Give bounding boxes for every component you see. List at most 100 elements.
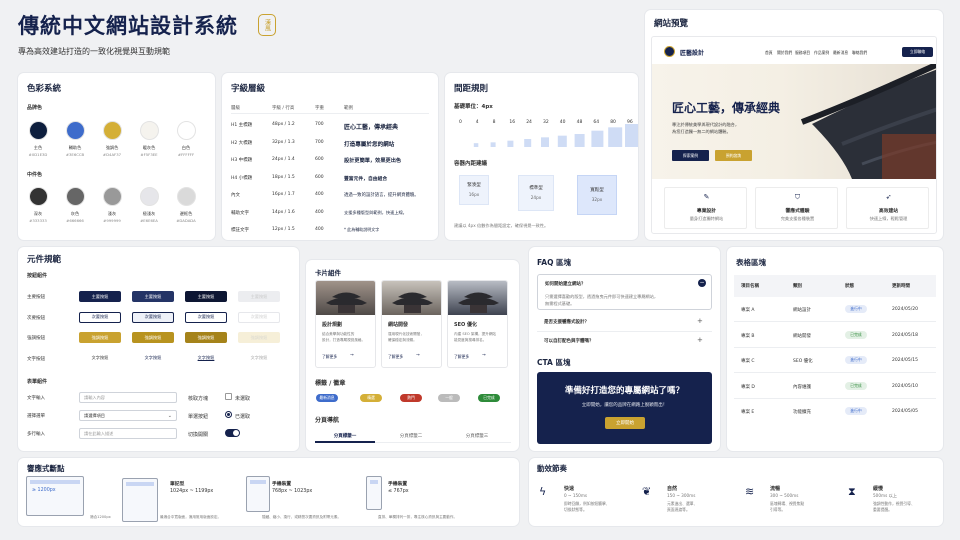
components-card: 元件規範 按鈕組件 主要按鈕 主要按鈕 主要按鈕 主要按鈕 主要按鈕 次要按鈕 次要按鈕 次要… — [18, 247, 299, 451]
tag-badge: 一般 — [438, 394, 460, 402]
start-button[interactable]: 立即開始 — [605, 417, 645, 429]
faq-item-open[interactable]: 如何開始建立網站？ − 只需選擇喜歡的版型，透過拖曳元件即可快速建立專屬網站， … — [537, 274, 712, 310]
type-cell: 18px / 1.5 — [272, 174, 295, 180]
plus-icon[interactable]: + — [697, 317, 703, 325]
minus-icon[interactable]: − — [698, 279, 706, 287]
tag-badge: 精選 — [360, 394, 382, 402]
color-swatch — [103, 187, 122, 206]
section-title: 色彩系統 — [27, 84, 62, 94]
website-preview-card: 網站預覽 匠藝設計 首頁 關於我們 服務項目 作品案例 最新消息 聯絡我們 立即聯絡 匠心… — [645, 10, 943, 240]
color-hex: #3E6CCB — [65, 152, 85, 157]
card-link[interactable]: 了解更多 — [388, 354, 403, 360]
input-text: 請輸入內容 — [84, 394, 105, 400]
spacing-value: 80 — [610, 119, 616, 125]
spacing-bar — [541, 137, 549, 147]
type-sample: 匠心工藝，傳承經典 — [344, 124, 399, 131]
color-name: 白色 — [181, 145, 191, 150]
color-swatch — [140, 121, 159, 140]
column-header: 字級 / 行高 — [272, 106, 295, 111]
consult-button[interactable]: 預約諮詢 — [715, 150, 752, 161]
nav-item-0[interactable]: 首頁 — [765, 50, 773, 56]
leaf-icon: ❦ — [642, 485, 652, 498]
button-state-2[interactable]: 次要按鈕 — [185, 311, 227, 323]
table-cell: 2024/05/18 — [892, 332, 918, 338]
nav-item-1[interactable]: 關於我們 — [777, 50, 792, 56]
brand-logo-icon — [664, 46, 675, 57]
button-state-1[interactable]: 強調按鈕 — [132, 332, 174, 343]
checkbox[interactable] — [225, 393, 232, 400]
radio-option: 已選取 — [235, 414, 251, 420]
button-state-0[interactable]: 主要按鈕 — [79, 291, 121, 302]
type-sample: * 此為輔助說明文字 — [344, 227, 380, 232]
select-dropdown[interactable]: 請選擇項目 ⌄ — [79, 410, 177, 421]
arrow-right-icon: → — [350, 353, 354, 358]
color-hex: #F5F3EE — [140, 152, 158, 157]
content-card[interactable]: SEO 優化 內建 SEO 架構，提升網站 能見度與搜尋排名。 了解更多 → — [447, 280, 508, 368]
tab-0[interactable]: 分頁標籤一 — [315, 433, 375, 439]
device-screen — [30, 480, 80, 484]
breakpoint-name: 手機裝置 — [388, 482, 408, 487]
nav-item-4[interactable]: 最新消息 — [833, 50, 848, 56]
breakpoint-note: 直排、單欄排列一排，專注核心資訊與主要動作。 — [378, 515, 458, 519]
type-cell: 700 — [315, 122, 324, 127]
motion-desc: 頁面過渡等。 — [667, 507, 690, 512]
content-card[interactable]: 網站開發 運用現代化技術開發， 確保穩定與流暢。 了解更多 → — [381, 280, 442, 368]
button-state-2[interactable]: 主要按鈕 — [185, 291, 227, 302]
explore-button[interactable]: 探索案例 — [672, 150, 709, 161]
button-state-0[interactable]: 次要按鈕 — [79, 311, 121, 323]
button-state-0[interactable]: 強調按鈕 — [79, 332, 121, 343]
feature-desc: 量身打造獨特網站 — [689, 216, 724, 221]
input-text: 請在此輸入描述 — [84, 430, 114, 436]
button-state-3[interactable]: 主要按鈕 — [238, 291, 280, 302]
toggle-switch[interactable] — [225, 429, 240, 437]
text-input[interactable]: 請輸入內容 — [79, 392, 177, 403]
text-input[interactable]: 請在此輸入描述 — [79, 428, 177, 439]
card-link[interactable]: 了解更多 — [322, 354, 337, 360]
faq-question[interactable]: 是否支援響應式設計？ — [544, 319, 589, 325]
card-link[interactable]: 了解更多 — [454, 354, 469, 360]
spacing-value: 0 — [459, 119, 462, 125]
device-screen — [370, 480, 378, 484]
feature-card: ⛉ 響應式體驗 完美支援各種裝置 — [755, 187, 838, 229]
spacing-bar — [625, 124, 638, 147]
type-cell: 16px / 1.7 — [272, 192, 295, 197]
container-sample — [459, 175, 489, 205]
device-icon — [366, 476, 382, 510]
checkbox-label: 核取方塊 — [188, 396, 209, 402]
color-swatch — [29, 187, 48, 206]
hero-section: 匠心工藝，傳承經典 專注於傳統美學與現代設計的融合， 為您打造獨一無二的網站體驗… — [652, 64, 936, 179]
nav-item-3[interactable]: 作品案例 — [814, 50, 829, 56]
plus-icon[interactable]: + — [697, 336, 703, 344]
spacing-bar — [524, 139, 532, 147]
button-state-3[interactable]: 次要按鈕 — [238, 311, 280, 323]
nav-item-2[interactable]: 服務項目 — [795, 50, 810, 56]
button-state-3[interactable]: 強調按鈕 — [238, 332, 280, 343]
button-state-2[interactable]: 文字按鈕 — [185, 353, 227, 364]
table-cell: 2024/05/20 — [892, 307, 918, 312]
type-cell: 400 — [315, 209, 324, 215]
spacing-bar — [574, 134, 585, 147]
contact-button[interactable]: 立即聯絡 — [902, 47, 933, 57]
feature-desc: 快速上線，輕鬆管理 — [869, 216, 908, 221]
nav-item-5[interactable]: 聯絡我們 — [852, 50, 867, 56]
button-state-2[interactable]: 強調按鈕 — [185, 332, 227, 343]
card-title: 設計規劃 — [322, 322, 343, 328]
button-state-1[interactable]: 文字按鈕 — [132, 353, 174, 364]
button-state-0[interactable]: 文字按鈕 — [79, 353, 121, 364]
container-sample — [518, 175, 554, 211]
table-card: 表格區塊 項目名稱 類別 狀態 更新時間 專案 A 網站設計 進行中 2024/05/20 專案… — [727, 247, 943, 451]
container-value: 16px — [468, 192, 480, 197]
faq-question[interactable]: 可以自訂配色與字體嗎？ — [544, 338, 594, 344]
column-header: 更新時間 — [892, 284, 910, 289]
radio-button[interactable] — [225, 411, 232, 418]
button-state-1[interactable]: 主要按鈕 — [132, 291, 174, 302]
feature-desc: 完美支援各種裝置 — [780, 216, 815, 221]
device-screen — [250, 480, 266, 484]
tab-1[interactable]: 分頁標籤二 — [381, 433, 441, 439]
button-state-1[interactable]: 次要按鈕 — [132, 311, 174, 323]
content-card[interactable]: 設計規劃 結合美學與功能性的 設計，打造專屬視覺風格。 了解更多 → — [315, 280, 376, 368]
tab-2[interactable]: 分頁標籤三 — [447, 433, 507, 439]
breakpoint-note: 隱藏、縮小、換行、或精簡次要資訊及附帶元素。 — [262, 515, 342, 519]
button-state-3[interactable]: 文字按鈕 — [238, 353, 280, 364]
color-swatch — [140, 187, 159, 206]
